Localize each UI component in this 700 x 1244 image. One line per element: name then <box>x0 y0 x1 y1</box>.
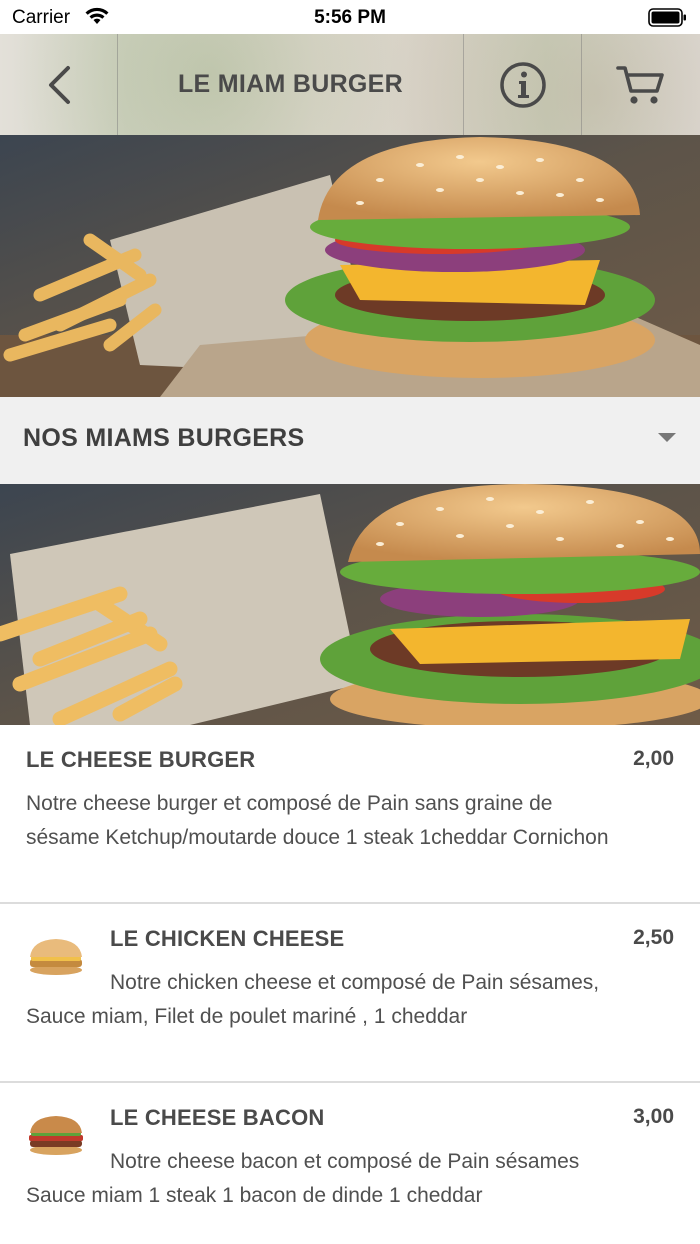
page-title: LE MIAM BURGER <box>177 70 404 98</box>
category-image <box>0 484 700 725</box>
navigation-bar: LE MIAM BURGER <box>0 34 700 135</box>
chevron-left-icon <box>48 65 70 104</box>
restaurant-banner-image <box>0 135 700 397</box>
item-name: LE CHEESE BURGER <box>26 747 256 772</box>
caret-down-icon <box>658 433 676 442</box>
info-icon <box>499 61 546 108</box>
item-price: 3,00 <box>633 1105 674 1128</box>
battery-icon <box>648 8 686 27</box>
category-title: NOS MIAMS BURGERS <box>23 424 305 452</box>
nav-title-container: LE MIAM BURGER <box>118 34 464 135</box>
status-time: 5:56 PM <box>314 7 386 28</box>
status-bar: Carrier 5:56 PM <box>0 0 700 34</box>
item-price: 2,00 <box>633 747 674 770</box>
cart-button[interactable] <box>582 34 700 135</box>
menu-item[interactable]: LE CHICKEN CHEESE 2,50 Notre chicken che… <box>0 904 700 1083</box>
item-price: 2,50 <box>633 926 674 949</box>
item-description: Notre cheese bacon et composé de Pain sé… <box>26 1150 580 1207</box>
category-header[interactable]: NOS MIAMS BURGERS <box>0 397 700 484</box>
info-button[interactable] <box>464 34 582 135</box>
menu-item[interactable]: LE CHEESE BURGER 2,00 Notre cheese burge… <box>0 725 700 904</box>
item-name: LE CHEESE BACON <box>110 1105 325 1130</box>
item-name: LE CHICKEN CHEESE <box>110 926 345 951</box>
menu-item[interactable]: LE CHEESE BACON 3,00 Notre cheese bacon … <box>0 1083 700 1244</box>
back-button[interactable] <box>0 34 118 135</box>
item-description: Notre cheese burger et composé de Pain s… <box>26 792 609 849</box>
item-description: Notre chicken cheese et composé de Pain … <box>26 971 600 1028</box>
cart-icon <box>616 65 664 104</box>
